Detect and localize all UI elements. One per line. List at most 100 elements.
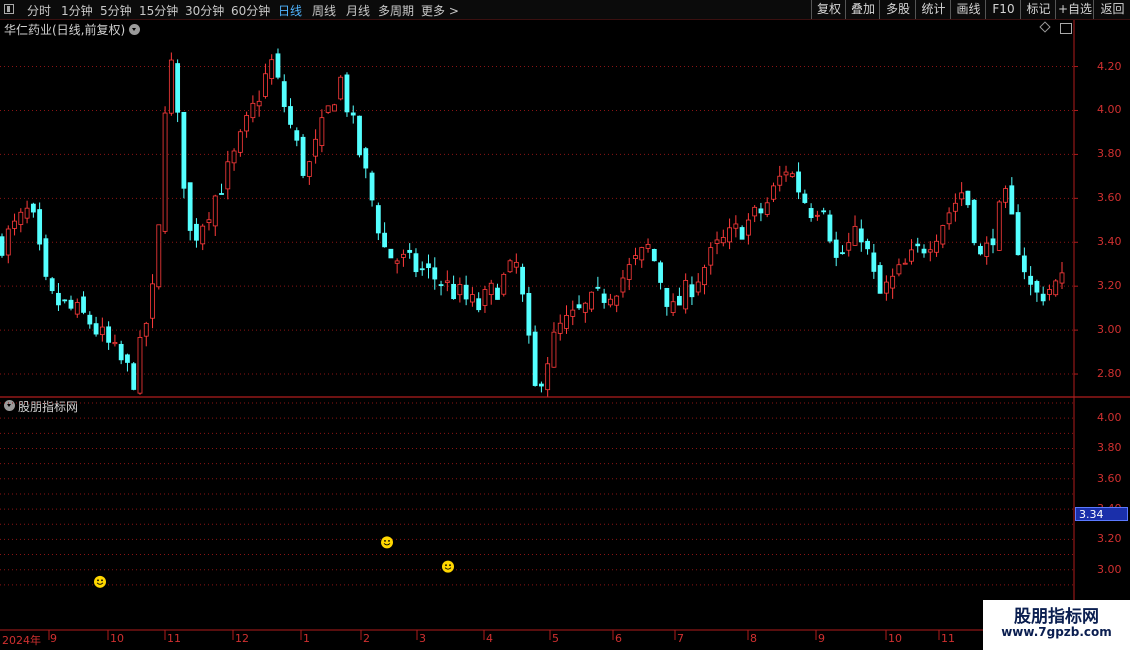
candle-body-72: [451, 283, 456, 300]
candle-body-31: [194, 223, 199, 241]
candle-body-136: [852, 225, 858, 246]
candle-body-42: [263, 73, 268, 97]
candle-body-59: [369, 172, 375, 201]
candle-body-3: [18, 211, 24, 225]
candle-body-71: [444, 280, 450, 283]
candle-body-126: [789, 173, 795, 177]
candle-body-106: [664, 287, 670, 307]
candle-body-118: [739, 227, 745, 240]
candle-body-110: [689, 284, 695, 298]
candle-body-32: [200, 225, 206, 245]
main-price-tick-7: 2.80: [1097, 367, 1122, 381]
candle-body-52: [325, 105, 331, 113]
candle-body-54: [338, 76, 344, 100]
candle-body-2: [12, 220, 17, 229]
candle-body-113: [708, 247, 714, 266]
candle-body-22: [137, 337, 143, 394]
candle-body-55: [344, 74, 350, 113]
candle-body-146: [915, 243, 921, 247]
candle-body-86: [539, 383, 544, 387]
candle-body-64: [401, 253, 406, 258]
candle-body-57: [357, 115, 362, 156]
candle-body-84: [526, 293, 532, 336]
candle-body-169: [1059, 272, 1065, 284]
candle-body-13: [81, 296, 86, 313]
candle-body-165: [1034, 281, 1040, 293]
candle-body-80: [501, 273, 507, 295]
candle-body-47: [294, 130, 300, 141]
time-label-0: 2024年: [2, 634, 41, 647]
candle-body-107: [670, 301, 676, 313]
main-price-tick-0: 4.20: [1097, 59, 1122, 73]
watermark-url: www.7gpzb.com: [1001, 625, 1112, 639]
candle-body-157: [984, 242, 990, 257]
candle-body-104: [651, 249, 657, 262]
candle-body-79: [495, 287, 500, 300]
candle-body-98: [614, 295, 620, 306]
time-label-5: 1: [303, 632, 310, 645]
candle-body-108: [676, 295, 682, 306]
candle-body-1: [5, 228, 11, 256]
candle-body-23: [143, 322, 149, 337]
time-label-8: 4: [486, 632, 493, 645]
time-label-13: 9: [818, 632, 825, 645]
candle-body-143: [896, 264, 902, 275]
candle-body-8: [49, 278, 55, 292]
main-price-tick-1: 4.00: [1097, 103, 1122, 117]
candle-body-63: [394, 260, 400, 264]
candle-body-60: [375, 205, 381, 234]
candle-body-10: [62, 299, 68, 302]
candle-body-127: [796, 171, 801, 193]
candle-body-27: [168, 59, 174, 114]
candle-body-34: [212, 195, 218, 227]
candle-body-89: [557, 322, 563, 334]
candle-body-7: [43, 238, 49, 277]
candle-body-39: [244, 115, 250, 132]
candle-body-92: [576, 304, 582, 309]
candle-body-82: [513, 261, 519, 268]
candle-body-158: [990, 238, 996, 246]
candle-body-163: [1021, 255, 1027, 273]
candle-body-83: [520, 266, 525, 295]
candle-body-9: [56, 292, 61, 306]
candle-body-147: [921, 248, 927, 254]
candle-body-66: [413, 253, 419, 273]
candle-body-70: [438, 284, 444, 287]
candle-body-36: [225, 161, 231, 190]
candle-body-142: [890, 275, 896, 289]
candle-body-168: [1053, 280, 1059, 296]
candle-body-154: [965, 190, 971, 206]
marker-eye-r-2: [449, 564, 451, 567]
candle-body-103: [645, 244, 651, 249]
candle-body-95: [595, 286, 601, 289]
candle-body-145: [909, 249, 914, 262]
candle-body-119: [745, 219, 751, 236]
candle-body-15: [93, 323, 99, 335]
candle-body-160: [1003, 188, 1008, 203]
candle-body-50: [313, 138, 319, 157]
candle-body-134: [840, 252, 845, 255]
candle-body-5: [30, 203, 36, 213]
candle-body-28: [175, 63, 181, 113]
candle-body-85: [532, 331, 538, 386]
candle-body-124: [777, 175, 783, 186]
watermark-logo: 股朋指标网 www.7gpzb.com: [983, 600, 1130, 650]
candle-body-73: [457, 284, 463, 296]
candle-body-20: [125, 354, 130, 363]
time-label-2: 10: [110, 632, 124, 645]
candle-body-114: [714, 239, 720, 244]
time-label-7: 3: [419, 632, 426, 645]
candle-body-43: [269, 59, 275, 79]
candle-body-6: [37, 209, 43, 245]
time-label-12: 8: [750, 632, 757, 645]
candle-body-97: [608, 298, 613, 306]
candle-body-87: [545, 363, 551, 391]
candle-body-131: [821, 210, 827, 213]
candle-body-62: [388, 248, 394, 259]
candle-body-33: [206, 219, 212, 223]
candle-body-41: [256, 100, 262, 107]
kline-chart[interactable]: [0, 0, 1130, 650]
candle-body-166: [1040, 293, 1046, 302]
candle-body-117: [733, 223, 739, 229]
candle-body-35: [219, 193, 224, 195]
